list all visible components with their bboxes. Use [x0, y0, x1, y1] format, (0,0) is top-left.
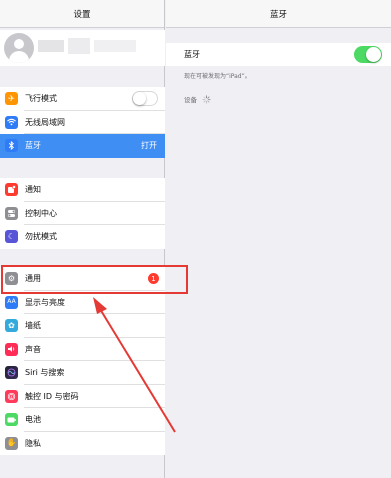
airplane-mode-toggle[interactable] [132, 91, 158, 106]
blurred-name [38, 40, 64, 52]
sidebar-item-touch-id-passcode[interactable]: 触控 ID 与密码 [0, 385, 165, 408]
control-center-icon [5, 206, 18, 220]
gear-icon: ⚙ [5, 272, 18, 286]
battery-icon [5, 413, 18, 427]
loading-spinner-icon [202, 94, 211, 104]
connectivity-group: ✈ 飞行模式 无线局域网 蓝牙 打开 [0, 87, 165, 158]
sidebar-item-display-brightness[interactable]: AA 显示与亮度 [0, 291, 165, 314]
moon-icon: ☾ [5, 230, 18, 244]
display-brightness-icon: AA [5, 295, 18, 309]
sidebar-item-sounds[interactable]: 声音 [0, 338, 165, 361]
sidebar-item-airplane-mode[interactable]: ✈ 飞行模式 [0, 87, 165, 111]
bluetooth-setting-row: 蓝牙 [166, 43, 391, 66]
bluetooth-toggle[interactable] [354, 46, 382, 63]
sidebar-item-wifi[interactable]: 无线局域网 [0, 111, 165, 134]
bluetooth-page-title: 蓝牙 [269, 9, 287, 20]
airplane-icon: ✈ [5, 92, 18, 106]
bluetooth-detail-panel: 蓝牙 蓝牙 现在可被发现为“iPad”。 设备 [166, 0, 391, 478]
bluetooth-navbar: 蓝牙 [166, 0, 391, 28]
siri-icon [5, 366, 18, 380]
sidebar-item-general[interactable]: ⚙ 通用 1 [0, 267, 165, 291]
sidebar-item-battery[interactable]: 电池 [0, 408, 165, 432]
sidebar-item-bluetooth[interactable]: 蓝牙 打开 [0, 134, 165, 158]
fingerprint-icon [5, 389, 18, 403]
sidebar-item-wallpaper[interactable]: ✿ 墙纸 [0, 314, 165, 338]
bluetooth-label: 蓝牙 [184, 50, 200, 59]
notifications-icon [5, 183, 18, 197]
settings-title: 设置 [73, 9, 91, 20]
bluetooth-icon [5, 139, 18, 153]
speaker-icon [5, 342, 18, 356]
wifi-icon [5, 115, 18, 129]
update-badge: 1 [148, 273, 159, 285]
sidebar-item-notifications[interactable]: 通知 [0, 178, 165, 202]
notifications-group: 通知 控制中心 ☾ 勿扰模式 [0, 178, 165, 249]
devices-label: 设备 [184, 96, 197, 104]
sidebar-item-siri-search[interactable]: Siri 与搜索 [0, 361, 165, 385]
settings-navbar: 设置 [0, 0, 164, 28]
sidebar-item-control-center[interactable]: 控制中心 [0, 202, 165, 225]
hand-icon: ✋ [5, 436, 18, 450]
devices-section-header: 设备 [184, 94, 211, 104]
discoverable-hint: 现在可被发现为“iPad”。 [184, 73, 251, 80]
sidebar-item-do-not-disturb[interactable]: ☾ 勿扰模式 [0, 225, 165, 249]
avatar [4, 33, 34, 63]
general-group: ⚙ 通用 1 AA 显示与亮度 ✿ 墙纸 声音 Siri 与搜索 触控 ID 与… [0, 267, 165, 455]
bluetooth-status: 打开 [141, 141, 157, 151]
blurred-name [68, 38, 90, 54]
apple-id-profile[interactable] [0, 30, 165, 66]
sidebar-item-privacy[interactable]: ✋ 隐私 [0, 432, 165, 456]
settings-sidebar: 设置 ✈ 飞行模式 无线局域网 蓝牙 打开 通知 控制中心 ☾ 勿扰模式 ⚙ 通… [0, 0, 165, 478]
blurred-name [94, 40, 136, 52]
wallpaper-icon: ✿ [5, 319, 18, 333]
